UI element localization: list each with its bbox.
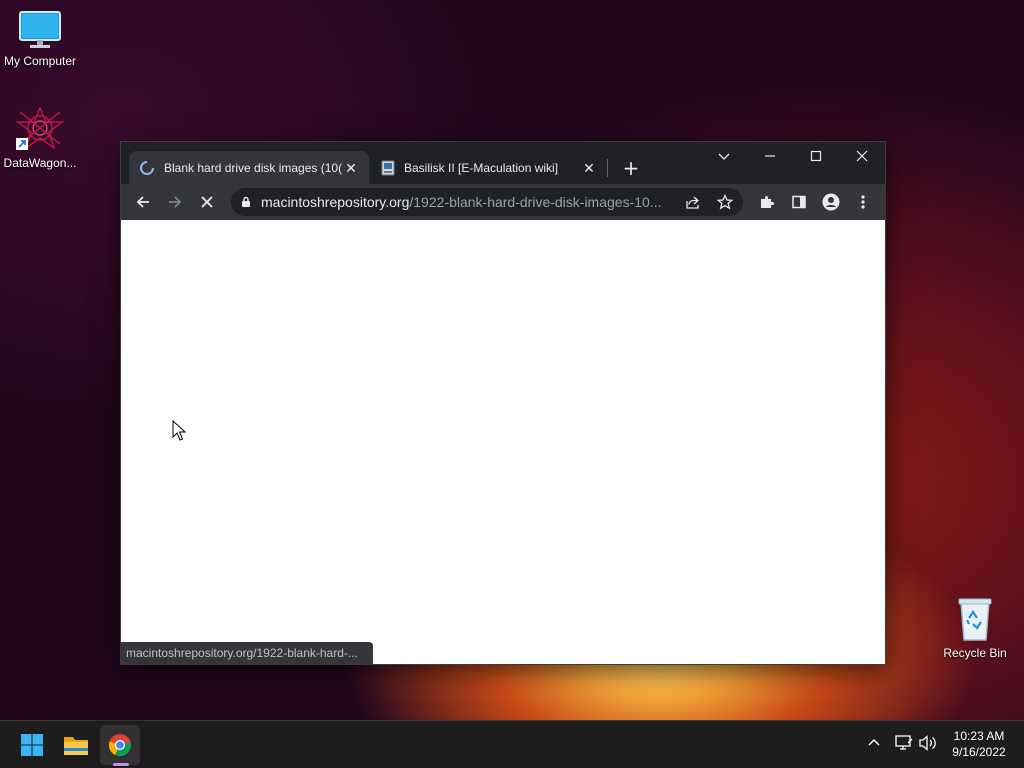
tab-blank-hard-drive[interactable]: Blank hard drive disk images (10( ✕	[129, 151, 369, 184]
address-path: /1922-blank-hard-drive-disk-images-10...	[409, 194, 662, 210]
puzzle-icon	[761, 196, 774, 208]
file-explorer-icon	[64, 737, 88, 755]
tab-basilisk-ii[interactable]: Basilisk II [E-Maculation wiki] ✕	[371, 151, 607, 184]
side-panel-icon	[792, 195, 806, 209]
loading-spinner-icon	[140, 160, 154, 175]
tab-strip: Blank hard drive disk images (10( ✕ Basi…	[121, 142, 885, 184]
tab-title: Basilisk II [E-Maculation wiki]	[404, 160, 559, 175]
running-indicator	[113, 763, 129, 766]
chrome-window: Blank hard drive disk images (10( ✕ Basi…	[120, 141, 886, 665]
extensions-button[interactable]	[753, 188, 781, 216]
browser-toolbar: macintoshrepository.org/1922-blank-hard-…	[121, 184, 885, 220]
tab-close-icon[interactable]: ✕	[343, 160, 359, 176]
desktop-icon-recycle-bin[interactable]: Recycle Bin	[935, 596, 1015, 660]
tab-divider	[607, 159, 608, 177]
desktop-icon-datawagon[interactable]: DataWagon...	[0, 106, 80, 170]
tab-title: Blank hard drive disk images (10(	[164, 160, 343, 175]
network-icon[interactable]	[894, 734, 914, 752]
share-icon	[686, 196, 699, 209]
arrow-left-icon	[136, 196, 149, 208]
chevron-up-icon[interactable]	[866, 734, 882, 750]
tab-close-icon[interactable]: ✕	[581, 160, 597, 176]
address-url: macintoshrepository.org/1922-blank-hard-…	[261, 194, 669, 210]
monitor-icon	[19, 11, 61, 48]
stop-x-icon	[201, 196, 213, 208]
recycle-bin-icon	[958, 598, 992, 641]
back-button[interactable]	[129, 188, 157, 216]
clock-date: 9/16/2022	[952, 745, 1006, 759]
clock-time: 10:23 AM	[953, 729, 1005, 743]
chrome-taskbar-button[interactable]	[100, 725, 140, 765]
profile-button[interactable]	[817, 188, 845, 216]
chrome-icon	[108, 734, 131, 757]
maximize-icon	[810, 150, 822, 162]
new-tab-button[interactable]: +	[619, 156, 643, 180]
desktop-icon-my-computer[interactable]: My Computer	[0, 10, 80, 68]
address-host: macintoshrepository.org	[261, 194, 410, 210]
desktop-icon-label: Recycle Bin	[943, 646, 1007, 660]
desktop-icon-label: My Computer	[3, 54, 77, 68]
lock-icon	[242, 196, 250, 207]
chrome-menu-button[interactable]	[849, 188, 877, 216]
address-bar[interactable]: macintoshrepository.org/1922-blank-hard-…	[231, 188, 743, 216]
bookmark-button[interactable]	[711, 188, 739, 216]
minimize-icon	[765, 155, 775, 157]
arrow-right-icon	[169, 196, 182, 208]
favicon-icon	[381, 160, 395, 175]
forward-button[interactable]	[161, 188, 189, 216]
close-icon	[856, 150, 868, 162]
stop-loading-button[interactable]	[193, 188, 221, 216]
start-icon	[21, 734, 43, 756]
volume-icon[interactable]	[918, 734, 938, 752]
maximize-button[interactable]	[793, 146, 839, 170]
chevron-down-icon	[718, 153, 730, 160]
minimize-button[interactable]	[747, 146, 793, 170]
kebab-menu-icon	[861, 195, 865, 209]
datawagon-icon	[16, 106, 64, 150]
taskbar-clock[interactable]: 10:23 AM 9/16/2022	[944, 728, 1014, 760]
tab-search-button[interactable]	[701, 146, 747, 170]
share-button[interactable]	[679, 188, 707, 216]
desktop-icon-label: DataWagon...	[3, 156, 77, 170]
mouse-cursor-icon	[172, 420, 186, 441]
file-explorer-button[interactable]	[56, 725, 96, 765]
close-window-button[interactable]	[839, 146, 885, 170]
page-content[interactable]: macintoshrepository.org/1922-blank-hard-…	[121, 220, 885, 664]
side-panel-button[interactable]	[785, 188, 813, 216]
profile-icon	[822, 193, 840, 211]
star-icon	[717, 194, 733, 210]
status-bubble: macintoshrepository.org/1922-blank-hard-…	[121, 642, 373, 664]
start-button[interactable]	[12, 725, 52, 765]
